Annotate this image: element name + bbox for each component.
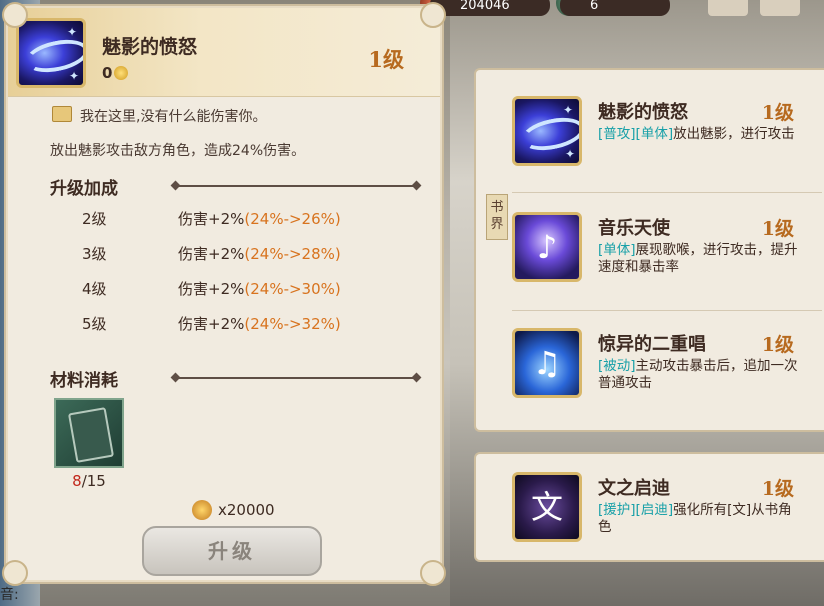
upgrade-button[interactable]: 升级 [142,526,322,576]
gold-value: 204046 [460,0,510,13]
upgrade-level: 3级 [82,245,107,263]
section-divider [178,185,414,187]
skill-tag: [普攻] [598,126,636,142]
book-material-icon [67,407,115,463]
upgrade-range: (24%->30%) [244,280,341,298]
skill-entry-level: 1级 [761,478,794,500]
phantom-swirl-icon: ✦ ✦ [16,18,86,88]
skill-list-panel: ✦ ✦ 魅影的愤怒 1级 [普攻][单体]放出魅影，进行攻击 ♪ 音乐天使 1级 … [474,68,824,432]
skill-entry-music-angel[interactable]: ♪ 音乐天使 1级 [单体]展现歌喉，进行攻击，提升速度和暴击率 [512,212,822,306]
upgrade-row: 4级 伤害+2%(24%->30%) [82,278,382,299]
skill-entry-desc: [单体]展现歌喉，进行攻击，提升速度和暴击率 [598,242,798,276]
skill-entry-phantom[interactable]: ✦ ✦ 魅影的愤怒 1级 [普攻][单体]放出魅影，进行攻击 [512,96,822,190]
material-need: /15 [81,472,106,490]
assist-skill-panel: 文 文之启迪 1级 [援护][启迪]强化所有[文]从书角色 [474,452,824,562]
skill-name: 魅影的愤怒 [102,36,198,58]
gold-counter[interactable]: 204046 [430,0,550,16]
coin-icon [192,500,212,520]
music-note-icon: ♫ [512,328,582,398]
book-world-tab[interactable]: 书界 [486,194,508,240]
skill-desc-text: 放出魅影，进行攻击 [673,126,795,142]
upgrade-range: (24%->28%) [244,245,341,263]
skill-entry-name: 文之启迪 [598,478,670,499]
skill-coin-value: 0 [102,64,129,82]
upgrade-cost: x20000 [192,500,275,520]
material-count: 8/15 [54,472,124,490]
upgrade-row: 2级 伤害+2%(24%->26%) [82,208,382,229]
menu-button[interactable] [760,0,800,16]
skill-entry-level: 1级 [761,218,794,240]
upgrade-effect: 伤害+2% [178,245,245,263]
upgrade-level: 5级 [82,315,107,333]
skill-entry-level: 1级 [761,334,794,356]
gem-counter[interactable]: 6 [560,0,670,16]
corner-ornament [420,2,446,28]
skill-entry-desc: [援护][启迪]强化所有[文]从书角色 [598,502,798,536]
skill-entry-name: 惊异的二重唱 [598,334,706,355]
upgrade-range: (24%->26%) [244,210,341,228]
upgrade-level: 2级 [82,210,107,228]
material-cost-title: 材料消耗 [50,371,118,391]
material-have: 8 [72,472,82,490]
cost-value: x20000 [218,501,275,519]
wen-glyph-icon: 文 [512,472,582,542]
upgrade-bonus-title: 升级加成 [50,179,118,199]
skill-tag: [援护] [598,502,636,518]
skill-entry-desc: [被动]主动攻击暴击后，追加一次普通攻击 [598,358,798,392]
skill-tag: [单体] [635,126,674,142]
coin-icon [114,66,129,80]
upgrade-effect: 伤害+2% [178,280,245,298]
corner-ornament [420,560,446,586]
skill-entry-desc: [普攻][单体]放出魅影，进行攻击 [598,126,798,143]
skill-tag: [被动] [598,358,636,374]
skill-entry-wen[interactable]: 文 文之启迪 1级 [援护][启迪]强化所有[文]从书角色 [512,472,822,566]
divider [512,310,822,311]
music-angel-icon: ♪ [512,212,582,282]
wen-glyph: 文 [530,488,563,526]
corner-ornament [2,560,28,586]
skill-level: 1级 [368,47,404,72]
upgrade-range: (24%->32%) [244,315,341,333]
upgrade-effect: 伤害+2% [178,315,245,333]
phantom-swirl-icon: ✦ ✦ [512,96,582,166]
skill-description: 放出魅影攻击敌方角色，造成24%伤害。 [50,143,306,159]
skill-entry-name: 魅影的愤怒 [598,102,688,123]
bottom-chat-text: 音: [0,587,19,603]
skill-tag: [单体] [598,242,636,258]
skill-entry-duet[interactable]: ♫ 惊异的二重唱 1级 [被动]主动攻击暴击后，追加一次普通攻击 [512,328,822,422]
skill-tag: [启迪] [635,502,674,518]
upgrade-level: 4级 [82,280,107,298]
skill-entry-name: 音乐天使 [598,218,670,239]
upgrade-effect: 伤害+2% [178,210,245,228]
upgrade-row: 5级 伤害+2%(24%->32%) [82,313,382,334]
corner-ornament [2,2,28,28]
skill-quote: 我在这里,没有什么能伤害你。 [52,106,266,126]
material-item[interactable] [54,398,124,468]
gem-value: 6 [590,0,599,13]
quote-text: 我在这里,没有什么能伤害你。 [80,109,267,125]
upgrade-row: 3级 伤害+2%(24%->28%) [82,243,382,264]
section-divider [178,377,414,379]
skill-detail-panel: ✦ ✦ 魅影的愤怒 0 1级 我在这里,没有什么能伤害你。 放出魅影攻击敌方角色，… [2,2,446,586]
mail-button[interactable] [708,0,748,16]
coin-value-text: 0 [102,64,113,82]
divider [512,192,822,193]
skill-entry-level: 1级 [761,102,794,124]
